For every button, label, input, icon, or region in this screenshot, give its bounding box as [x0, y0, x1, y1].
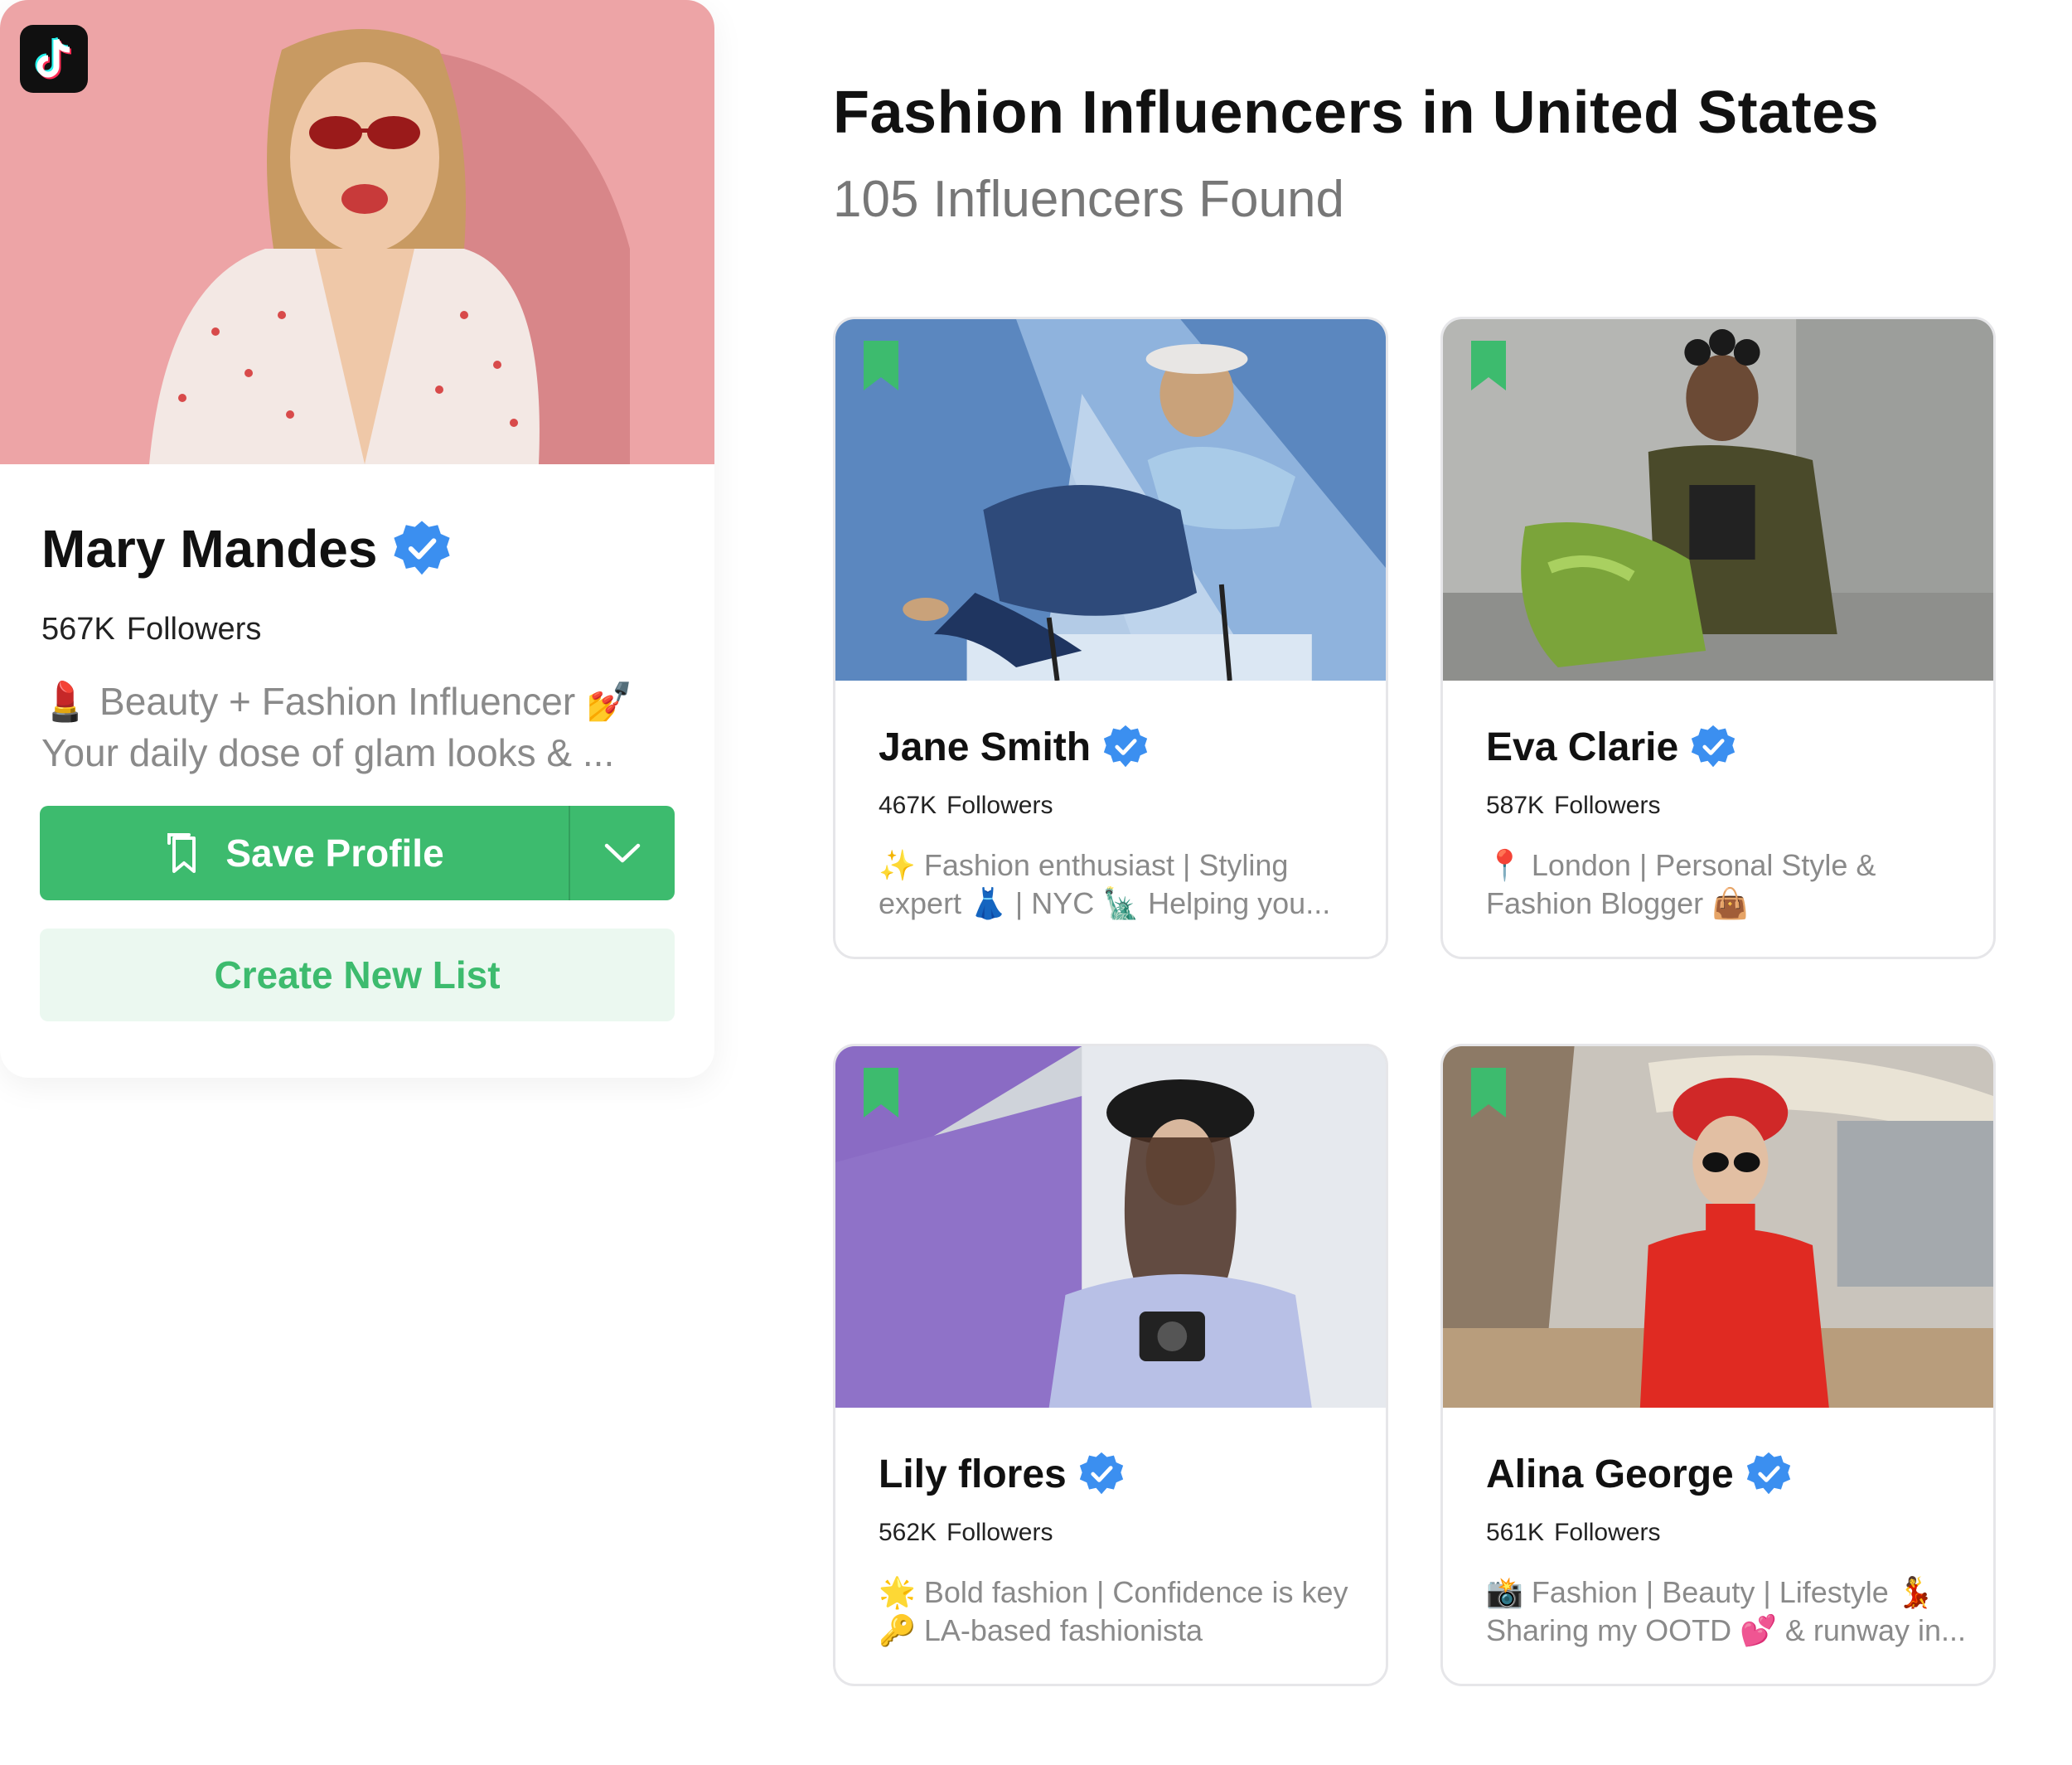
followers-label: Followers [946, 792, 1053, 819]
verified-badge-icon [1746, 1452, 1790, 1495]
verified-badge-icon [1103, 725, 1148, 768]
followers-label: Followers [126, 612, 262, 647]
influencer-name-row: Alina George [1486, 1451, 1792, 1497]
followers-value: 562K [879, 1519, 937, 1546]
influencer-photo [1443, 319, 1993, 681]
bio-line: 📍 London | Personal Style & [1486, 848, 1876, 882]
influencer-name-row: Jane Smith [879, 724, 1149, 770]
profile-name-row: Mary Mandes [41, 518, 452, 579]
bio-line: Fashion Blogger 👜 [1486, 886, 1749, 920]
bookmark-icon[interactable] [1471, 1068, 1506, 1118]
influencer-name[interactable]: Lily flores [879, 1452, 1067, 1497]
results-title: Fashion Influencers in United States [833, 80, 1880, 146]
bio-line: expert 👗 | NYC 🗽 Helping you... [879, 886, 1331, 920]
followers-count: 467K Followers [879, 792, 1053, 820]
influencer-bio: 📍 London | Personal Style & Fashion Blog… [1486, 846, 1975, 923]
bio-line: 🌟 Bold fashion | Confidence is key [879, 1575, 1348, 1609]
followers-count: 561K Followers [1486, 1519, 1660, 1547]
bio-line: 📸 Fashion | Beauty | Lifestyle 💃 [1486, 1575, 1934, 1609]
bio-line: 🔑 LA-based fashionista [879, 1613, 1203, 1647]
bookmark-icon[interactable] [1471, 341, 1506, 390]
influencer-name[interactable]: Jane Smith [879, 725, 1091, 770]
verified-badge-icon [1079, 1452, 1123, 1495]
profile-name: Mary Mandes [41, 519, 378, 579]
bookmark-icon[interactable] [864, 1068, 898, 1118]
followers-value: 467K [879, 792, 937, 819]
bio-line: 💄 Beauty + Fashion Influencer 💅 [41, 680, 634, 723]
followers-count: 562K Followers [879, 1519, 1053, 1547]
bio-line: ✨ Fashion enthusiast | Styling [879, 848, 1289, 882]
chevron-down-icon [604, 843, 641, 863]
influencer-card[interactable]: Alina George 561K Followers 📸 Fashion | B… [1440, 1044, 1996, 1686]
followers-label: Followers [1554, 792, 1661, 819]
bio-line: Sharing my OOTD 💕 & runway in... [1486, 1613, 1966, 1647]
followers-label: Followers [1554, 1519, 1661, 1546]
followers-value: 587K [1486, 792, 1545, 819]
bookmark-icon[interactable] [864, 341, 898, 390]
influencer-photo [835, 1046, 1386, 1408]
followers-value: 567K [41, 612, 115, 647]
profile-card: Mary Mandes 567K Followers 💄 Beauty + Fas… [0, 0, 714, 1078]
followers-label: Followers [946, 1519, 1053, 1546]
influencer-bio: 📸 Fashion | Beauty | Lifestyle 💃 Sharing… [1486, 1573, 1975, 1650]
profile-photo [0, 0, 714, 464]
bio-line: Your daily dose of glam looks & ... [41, 731, 615, 774]
profile-followers: 567K Followers [41, 612, 261, 647]
save-profile-button[interactable]: Save Profile [40, 806, 569, 900]
influencer-photo [1443, 1046, 1993, 1408]
followers-count: 587K Followers [1486, 792, 1660, 820]
verified-badge-icon [1692, 725, 1736, 768]
influencer-name-row: Eva Clarie [1486, 724, 1736, 770]
save-options-dropdown[interactable] [570, 806, 675, 900]
influencer-bio: 🌟 Bold fashion | Confidence is key 🔑 LA-… [879, 1573, 1368, 1650]
save-profile-button-group: Save Profile [40, 806, 675, 900]
influencer-card[interactable]: Eva Clarie 587K Followers 📍 London | Pers… [1440, 317, 1996, 959]
save-profile-label: Save Profile [225, 832, 444, 875]
followers-value: 561K [1486, 1519, 1545, 1546]
influencer-photo [835, 319, 1386, 681]
influencer-name-row: Lily flores [879, 1451, 1125, 1497]
influencer-name[interactable]: Eva Clarie [1486, 725, 1678, 770]
influencer-bio: ✨ Fashion enthusiast | Styling expert 👗 … [879, 846, 1368, 923]
verified-badge-icon [394, 521, 451, 575]
create-new-list-button[interactable]: Create New List [40, 929, 675, 1021]
profile-bio: 💄 Beauty + Fashion Influencer 💅 Your dai… [41, 676, 688, 778]
results-count: 105 Influencers Found [833, 171, 1344, 228]
influencer-card[interactable]: Lily flores 562K Followers 🌟 Bold fashion… [833, 1044, 1388, 1686]
bookmarks-icon [167, 833, 196, 873]
tiktok-icon [20, 25, 88, 93]
influencer-name[interactable]: Alina George [1486, 1452, 1734, 1497]
influencer-card[interactable]: Jane Smith 467K Followers ✨ Fashion enthu… [833, 317, 1388, 959]
